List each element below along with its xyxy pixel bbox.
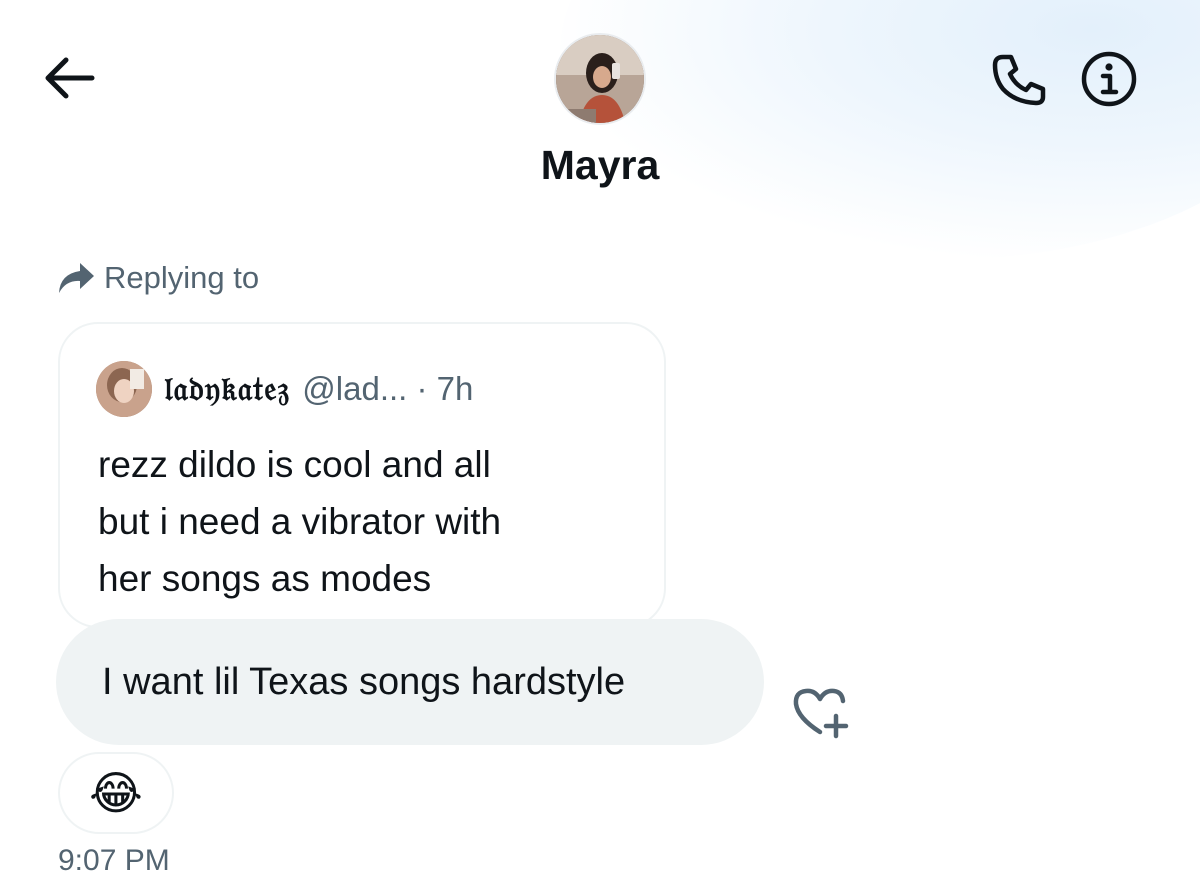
message-timestamp: 9:07 PM [58, 844, 170, 877]
quoted-author-avatar [96, 361, 152, 417]
contact-name: Mayra [540, 142, 660, 188]
quoted-handle-time: @lad... · 7h [302, 370, 474, 407]
info-button[interactable] [1076, 48, 1142, 110]
quoted-avatar-photo [96, 361, 152, 417]
back-button[interactable] [36, 48, 100, 108]
add-reaction-button[interactable] [786, 682, 854, 744]
reply-arrow-icon [59, 263, 94, 293]
quoted-post-header: 𝔩𝔞𝔡𝔶𝔨𝔞𝔱𝔢𝔷 @lad... · 7h [96, 358, 473, 420]
message-bubble[interactable]: I want lil Texas songs hardstyle [56, 619, 764, 745]
replying-to-label: Replying to [104, 260, 260, 295]
avatar-photo [556, 35, 644, 123]
laughing-emoji-icon: 😂 [89, 767, 143, 819]
heart-plus-icon [793, 688, 849, 739]
info-icon [1081, 51, 1137, 107]
quoted-line: rezz dildo is cool and all [98, 444, 491, 485]
quoted-line: but i need a vibrator with [98, 501, 502, 542]
phone-icon [992, 54, 1046, 106]
quoted-post-card[interactable]: 𝔩𝔞𝔡𝔶𝔨𝔞𝔱𝔢𝔷 @lad... · 7h rezz dildo is coo… [58, 322, 666, 628]
dm-conversation-screen: Mayra Replying to � [0, 0, 1200, 883]
replying-to-indicator: Replying to [56, 256, 259, 300]
quoted-line: her songs as modes [98, 558, 432, 599]
call-button[interactable] [986, 48, 1052, 110]
header-background-glow [560, 0, 1200, 260]
arrow-left-icon [45, 57, 95, 99]
message-reaction[interactable]: 😂 [58, 752, 174, 834]
contact-avatar[interactable] [554, 33, 646, 125]
quoted-post-text: rezz dildo is cool and all but i need a … [98, 436, 638, 607]
message-text: I want lil Texas songs hardstyle [102, 660, 626, 703]
quoted-author-name: 𝔩𝔞𝔡𝔶𝔨𝔞𝔱𝔢𝔷 [164, 369, 291, 408]
